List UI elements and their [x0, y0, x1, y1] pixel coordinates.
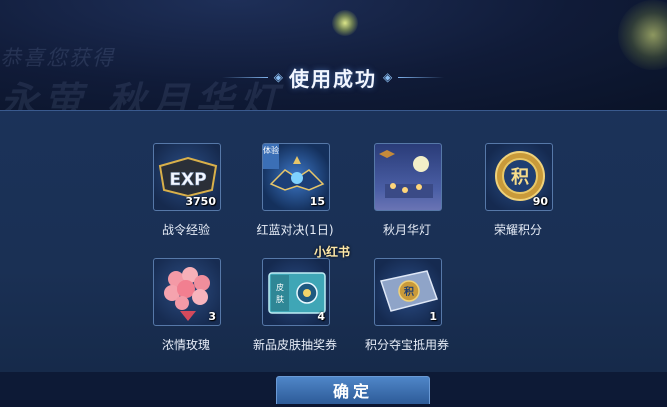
reward-item[interactable]: 秋月华灯: [352, 143, 462, 253]
diamond-icon: ◈: [383, 70, 393, 84]
reward-item[interactable]: 积 90 荣耀积分: [463, 143, 573, 253]
reward-item[interactable]: 积 1 积分夺宝抵用券: [352, 258, 462, 368]
item-count: 4: [317, 310, 325, 323]
item-label: 积分夺宝抵用券: [364, 338, 449, 352]
item-label: 红蓝对决(1日): [256, 223, 334, 237]
item-label: 荣耀积分: [493, 223, 542, 237]
reward-item[interactable]: 3 浓情玫瑰: [131, 258, 241, 368]
svg-text:肤: 肤: [276, 294, 284, 304]
trial-tag: 体验: [263, 144, 279, 169]
autumn-lantern-icon: [374, 143, 442, 211]
diamond-icon: ◈: [273, 70, 283, 84]
background-text: 恭喜您获得: [0, 46, 115, 70]
svg-text:积: 积: [511, 167, 529, 188]
svg-text:皮: 皮: [276, 282, 284, 292]
item-count: 90: [532, 195, 548, 208]
dialog-title: 使用成功: [289, 66, 377, 91]
item-label: 战令经验: [161, 223, 210, 237]
rose-bouquet-icon: 3: [153, 258, 221, 326]
points-treasure-coupon-icon: 积 1: [374, 258, 442, 326]
dialog-title-bar: ◈ 使用成功 ◈: [198, 60, 468, 94]
reward-item[interactable]: 体验 15 红蓝对决(1日): [240, 143, 350, 253]
honor-points-coin-icon: 积 90: [485, 143, 553, 211]
watermark: 小红书: [314, 245, 351, 259]
skin-lottery-ticket-icon: 皮 肤 4: [262, 258, 330, 326]
reward-item[interactable]: 皮 肤 4 新品皮肤抽奖券: [240, 258, 350, 368]
item-label: 浓情玫瑰: [161, 338, 210, 352]
svg-text:EXP: EXP: [169, 170, 206, 190]
item-count: 15: [309, 195, 325, 208]
item-count: 1: [429, 310, 437, 323]
item-label: 秋月华灯: [382, 223, 431, 237]
reward-item[interactable]: EXP 3750 战令经验: [131, 143, 241, 253]
red-blue-duel-icon: 体验 15: [262, 143, 330, 211]
item-label: 新品皮肤抽奖券: [252, 338, 337, 352]
title-divider: [398, 76, 445, 78]
light-orb: [332, 10, 358, 36]
svg-text:积: 积: [404, 285, 414, 298]
exp-badge-icon: EXP 3750: [153, 143, 221, 211]
title-divider: [221, 76, 268, 78]
item-count: 3750: [185, 195, 216, 208]
item-count: 3: [208, 310, 216, 323]
